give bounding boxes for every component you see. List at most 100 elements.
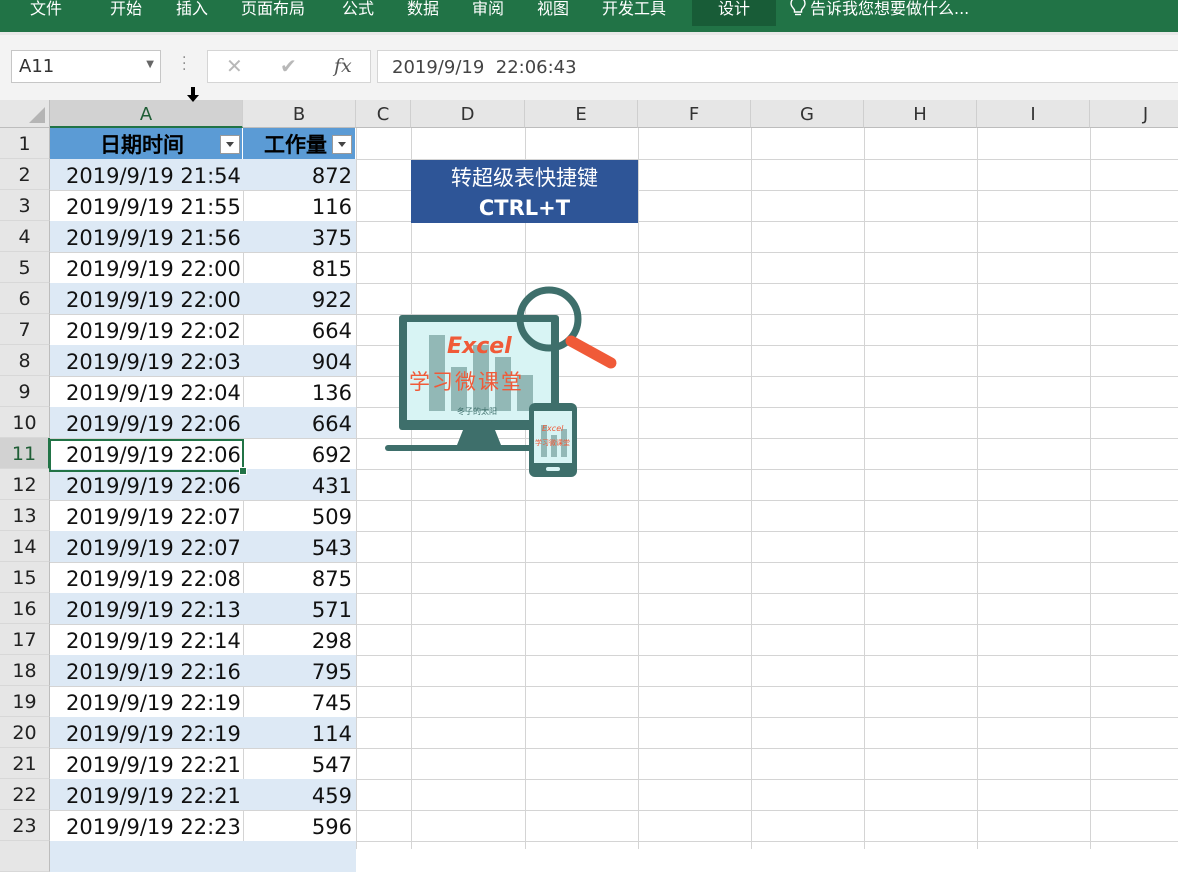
table-cell-workload[interactable]: 431 — [243, 469, 356, 500]
table-cell-workload[interactable]: 136 — [243, 376, 356, 407]
column-header-c[interactable]: C — [356, 100, 411, 128]
column-header-d[interactable]: D — [411, 100, 525, 128]
tab-data[interactable]: 数据 — [407, 0, 439, 26]
row-header[interactable]: 23 — [0, 810, 50, 841]
enter-icon[interactable]: ✔ — [280, 54, 297, 78]
row-header[interactable]: 4 — [0, 221, 50, 252]
table-cell-datetime[interactable]: 2019/9/19 22:00 — [50, 252, 243, 283]
table-header-workload[interactable]: 工作量 — [243, 128, 356, 159]
filter-dropdown-icon[interactable] — [220, 135, 240, 154]
row-header[interactable]: 8 — [0, 345, 50, 376]
tab-insert[interactable]: 插入 — [176, 0, 208, 26]
row-header[interactable]: 7 — [0, 314, 50, 345]
tab-formulas[interactable]: 公式 — [342, 0, 374, 26]
worksheet-grid[interactable]: A B C D E F G H I J 1 2 3 4 5 6 7 8 9 10… — [0, 100, 1178, 872]
table-cell-datetime[interactable]: 2019/9/19 22:21 — [50, 748, 243, 779]
tab-page-layout[interactable]: 页面布局 — [241, 0, 305, 26]
tab-review[interactable]: 审阅 — [472, 0, 504, 26]
chevron-down-icon[interactable]: ▼ — [146, 59, 154, 70]
table-cell-datetime[interactable]: 2019/9/19 22:14 — [50, 624, 243, 655]
row-header[interactable]: 3 — [0, 190, 50, 221]
table-cell-datetime[interactable]: 2019/9/19 22:13 — [50, 593, 243, 624]
table-cell-datetime[interactable]: 2019/9/19 22:00 — [50, 283, 243, 314]
table-header-datetime[interactable]: 日期时间 — [50, 128, 243, 159]
table-cell-datetime[interactable] — [50, 841, 243, 872]
table-cell-workload[interactable]: 692 — [243, 438, 356, 469]
table-cell-workload[interactable]: 116 — [243, 190, 356, 221]
filter-dropdown-icon[interactable] — [332, 135, 352, 154]
table-cell-workload[interactable]: 795 — [243, 655, 356, 686]
table-cell-datetime[interactable]: 2019/9/19 22:06 — [50, 469, 243, 500]
table-cell-workload[interactable]: 872 — [243, 159, 356, 190]
table-cell-datetime[interactable]: 2019/9/19 22:23 — [50, 810, 243, 841]
table-cell-workload[interactable]: 543 — [243, 531, 356, 562]
row-header[interactable]: 5 — [0, 252, 50, 283]
table-cell-datetime[interactable]: 2019/9/19 22:19 — [50, 686, 243, 717]
tab-home[interactable]: 开始 — [110, 0, 142, 26]
resize-grip-icon[interactable]: · · · — [182, 51, 186, 77]
table-cell-workload[interactable]: 875 — [243, 562, 356, 593]
row-header[interactable]: 20 — [0, 717, 50, 748]
row-header[interactable]: 18 — [0, 655, 50, 686]
table-cell-workload[interactable]: 547 — [243, 748, 356, 779]
column-header-b[interactable]: B — [243, 100, 356, 128]
tab-file[interactable]: 文件 — [30, 0, 62, 26]
tab-view[interactable]: 视图 — [537, 0, 569, 26]
table-cell-datetime[interactable]: 2019/9/19 21:55 — [50, 190, 243, 221]
formula-input[interactable]: 2019/9/19 22:06:43 — [377, 50, 1178, 83]
table-cell-workload[interactable]: 375 — [243, 221, 356, 252]
column-header-h[interactable]: H — [864, 100, 977, 128]
table-cell-workload[interactable]: 922 — [243, 283, 356, 314]
row-header[interactable]: 13 — [0, 500, 50, 531]
table-cell-workload[interactable]: 596 — [243, 810, 356, 841]
table-cell-datetime[interactable]: 2019/9/19 22:16 — [50, 655, 243, 686]
row-header-selected[interactable]: 11 — [0, 438, 50, 469]
table-cell-workload[interactable]: 114 — [243, 717, 356, 748]
table-cell-datetime-active[interactable]: 2019/9/19 22:06 — [50, 438, 243, 469]
table-cell-workload[interactable]: 459 — [243, 779, 356, 810]
table-cell-datetime[interactable]: 2019/9/19 22:19 — [50, 717, 243, 748]
table-cell-datetime[interactable]: 2019/9/19 22:07 — [50, 531, 243, 562]
cancel-icon[interactable]: ✕ — [226, 54, 243, 78]
tab-developer[interactable]: 开发工具 — [602, 0, 666, 26]
table-cell-workload[interactable]: 509 — [243, 500, 356, 531]
table-cell-datetime[interactable]: 2019/9/19 22:03 — [50, 345, 243, 376]
column-header-i[interactable]: I — [977, 100, 1090, 128]
table-cell-datetime[interactable]: 2019/9/19 22:21 — [50, 779, 243, 810]
row-header[interactable]: 15 — [0, 562, 50, 593]
table-cell-workload[interactable]: 664 — [243, 314, 356, 345]
table-cell-workload[interactable]: 664 — [243, 407, 356, 438]
row-header[interactable]: 16 — [0, 593, 50, 624]
insert-function-icon[interactable]: fx — [334, 55, 352, 77]
row-header[interactable]: 6 — [0, 283, 50, 314]
row-header[interactable]: 22 — [0, 779, 50, 810]
table-cell-datetime[interactable]: 2019/9/19 22:08 — [50, 562, 243, 593]
column-header-a[interactable]: A — [50, 100, 243, 128]
column-header-j[interactable]: J — [1090, 100, 1178, 128]
table-cell-workload[interactable]: 298 — [243, 624, 356, 655]
table-cell-datetime[interactable]: 2019/9/19 21:54 — [50, 159, 243, 190]
row-header[interactable]: 19 — [0, 686, 50, 717]
table-cell-workload[interactable]: 745 — [243, 686, 356, 717]
row-header[interactable]: 21 — [0, 748, 50, 779]
table-cell-datetime[interactable]: 2019/9/19 22:02 — [50, 314, 243, 345]
row-header[interactable]: 12 — [0, 469, 50, 500]
row-header[interactable]: 2 — [0, 159, 50, 190]
column-header-g[interactable]: G — [751, 100, 864, 128]
table-cell-datetime[interactable]: 2019/9/19 21:56 — [50, 221, 243, 252]
column-header-e[interactable]: E — [525, 100, 638, 128]
table-cell-datetime[interactable]: 2019/9/19 22:06 — [50, 407, 243, 438]
tab-design[interactable]: 设计 — [692, 0, 776, 26]
table-cell-workload[interactable]: 571 — [243, 593, 356, 624]
name-box[interactable]: A11 ▼ — [11, 50, 161, 83]
table-cell-datetime[interactable]: 2019/9/19 22:04 — [50, 376, 243, 407]
tell-me-search[interactable]: 告诉我您想要做什么... — [790, 0, 969, 22]
row-header[interactable] — [0, 841, 50, 872]
table-cell-datetime[interactable]: 2019/9/19 22:07 — [50, 500, 243, 531]
select-all-button[interactable] — [0, 100, 50, 128]
table-cell-workload[interactable]: 815 — [243, 252, 356, 283]
table-cell-workload[interactable]: 904 — [243, 345, 356, 376]
row-header[interactable]: 1 — [0, 128, 50, 159]
row-header[interactable]: 10 — [0, 407, 50, 438]
row-header[interactable]: 17 — [0, 624, 50, 655]
